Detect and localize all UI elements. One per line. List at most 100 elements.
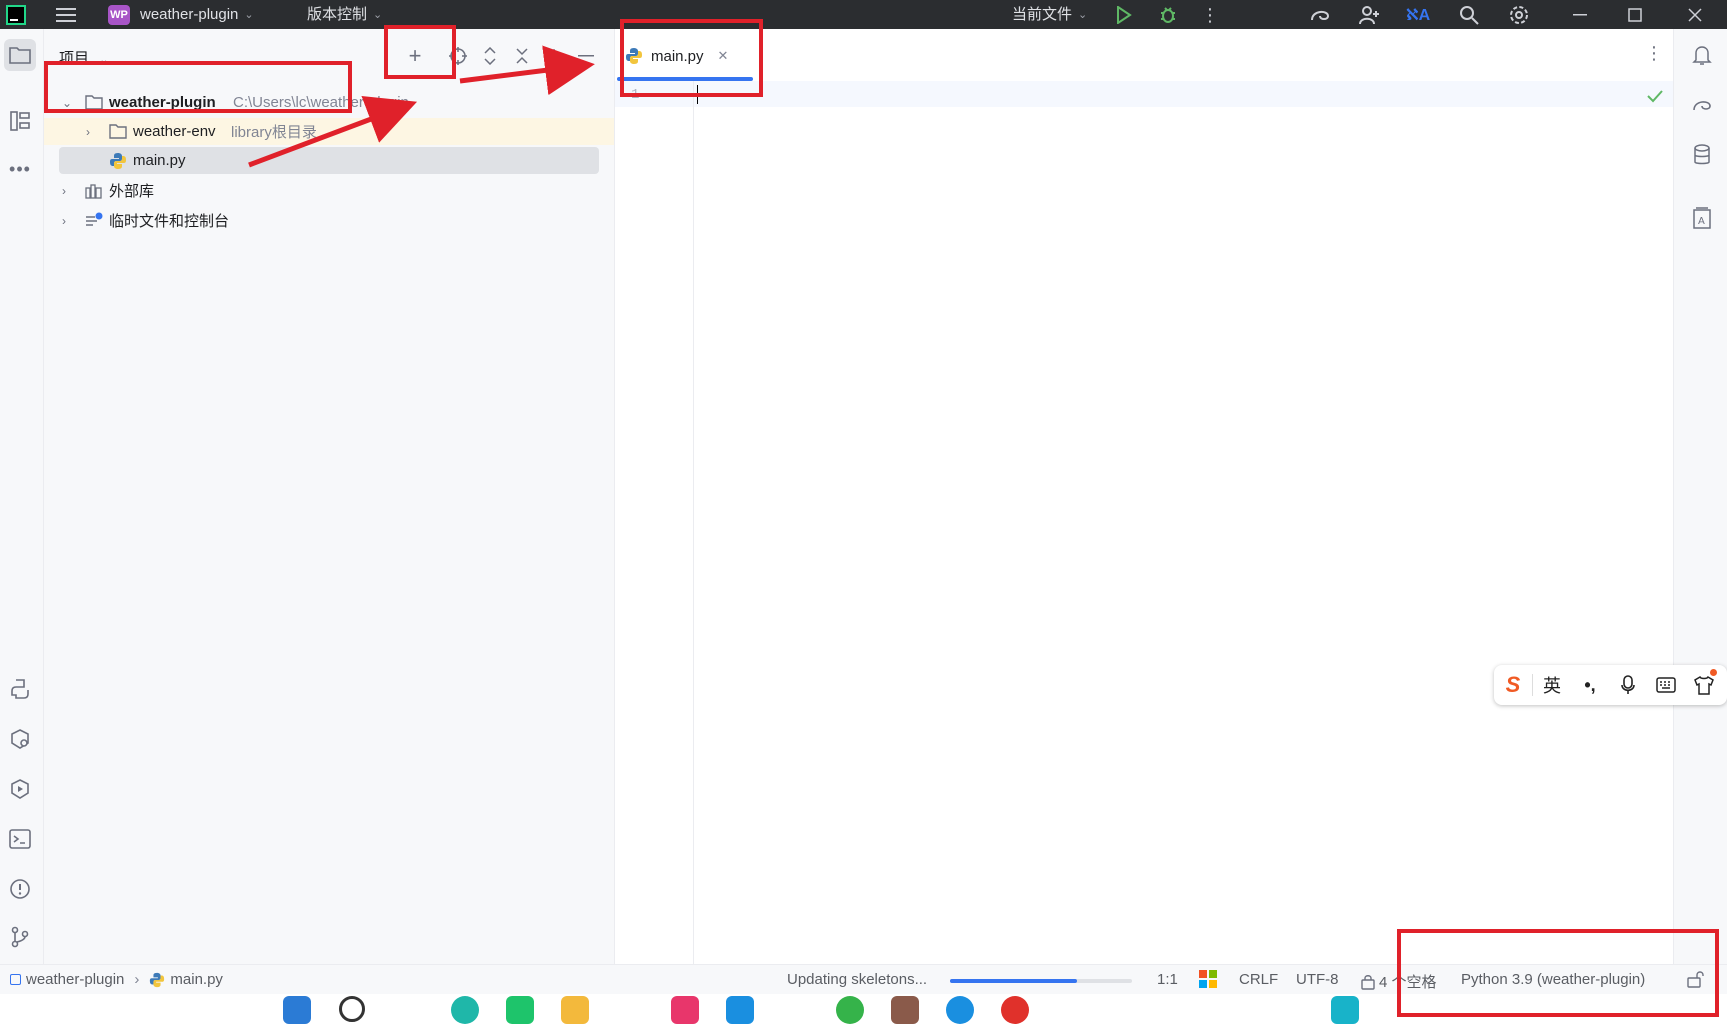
tree-item-weather-env[interactable]: › weather-env library根目录	[44, 118, 614, 145]
code-text-area[interactable]	[693, 107, 1673, 964]
panel-options-icon[interactable]: ⋮	[541, 43, 567, 69]
sogou-logo-icon[interactable]: S	[1494, 665, 1532, 705]
tab-label: main.py	[651, 47, 704, 65]
taskbar-folder-icon[interactable]	[561, 996, 589, 1024]
file-encoding[interactable]: UTF-8	[1296, 971, 1339, 988]
taskbar-search-icon[interactable]	[339, 996, 365, 1022]
library-icon	[85, 182, 103, 200]
more-tools-icon[interactable]: •••	[4, 153, 36, 185]
database-icon[interactable]	[1688, 141, 1716, 169]
main-menu-icon[interactable]	[54, 3, 78, 27]
microphone-icon[interactable]	[1609, 665, 1647, 705]
start-menu-icon[interactable]	[283, 996, 311, 1024]
editor-gutter	[615, 81, 694, 964]
background-task-label[interactable]: Updating skeletons...	[787, 971, 927, 988]
keyboard-icon[interactable]	[1647, 665, 1685, 705]
python-interpreter[interactable]: Python 3.9 (weather-plugin)	[1461, 971, 1645, 988]
taskbar-app-icon[interactable]	[726, 996, 754, 1024]
caret-position[interactable]: 1:1	[1157, 971, 1178, 988]
pycharm-logo-icon[interactable]	[4, 3, 28, 27]
tab-options-icon[interactable]: ⋮	[1645, 43, 1663, 64]
run-config-selector[interactable]: 当前文件 ⌄	[1012, 0, 1087, 29]
line-separator[interactable]: CRLF	[1239, 971, 1278, 988]
add-user-icon[interactable]	[1358, 3, 1382, 27]
editor-tab-bar: main.py ✕ ⋮	[615, 29, 1673, 82]
settings-gear-icon[interactable]	[1507, 3, 1531, 27]
taskbar-app-icon[interactable]	[836, 996, 864, 1024]
ai-assistant-icon[interactable]	[1308, 3, 1332, 27]
readonly-unlock-icon[interactable]	[1687, 970, 1705, 988]
new-file-plus-icon[interactable]: +	[402, 43, 428, 69]
problems-icon[interactable]	[4, 873, 36, 905]
indent-label: 4 个空格	[1379, 974, 1437, 991]
project-name: weather-plugin	[140, 5, 239, 23]
locate-file-icon[interactable]	[445, 43, 471, 69]
breadcrumb-project[interactable]: weather-plugin	[26, 971, 124, 988]
services-icon[interactable]	[4, 773, 36, 805]
taskbar-app-icon[interactable]	[946, 996, 974, 1024]
terminal-icon[interactable]	[4, 823, 36, 855]
windows-logo-icon[interactable]	[1199, 970, 1217, 988]
project-badge: WP	[108, 4, 130, 25]
taskbar-app-icon[interactable]	[1001, 996, 1029, 1024]
taskbar-app-icon[interactable]	[451, 996, 479, 1024]
expand-all-icon[interactable]	[477, 43, 503, 69]
svg-text:A: A	[1698, 216, 1705, 227]
tree-item-main-py[interactable]: main.py	[59, 147, 599, 174]
git-branch-icon[interactable]	[4, 921, 36, 953]
breadcrumb: weather-plugin › main.py	[10, 971, 223, 988]
project-view-selector[interactable]: 项目 ⌄	[59, 47, 108, 68]
breadcrumb-separator-icon: ›	[134, 971, 140, 988]
chevron-down-icon: ⌄	[244, 8, 254, 21]
folder-icon	[85, 94, 103, 112]
python-packages-icon[interactable]	[4, 723, 36, 755]
chevron-down-icon: ⌄	[99, 54, 109, 66]
run-icon[interactable]	[1112, 3, 1136, 27]
chevron-down-icon: ⌄	[373, 8, 383, 21]
python-file-icon	[625, 47, 645, 65]
project-folder-icon[interactable]	[4, 39, 36, 71]
env-folder-note: library根目录	[231, 124, 317, 141]
project-switcher[interactable]: WP weather-plugin ⌄	[108, 0, 254, 29]
debug-icon[interactable]	[1156, 3, 1180, 27]
chevron-right-icon[interactable]: ›	[86, 125, 100, 139]
more-actions-icon[interactable]: ⋮	[1198, 3, 1222, 27]
ime-punctuation-toggle[interactable]: •,	[1571, 665, 1609, 705]
python-console-icon[interactable]	[4, 673, 36, 705]
skin-shirt-icon[interactable]	[1685, 665, 1723, 705]
close-tab-icon[interactable]: ✕	[718, 48, 729, 64]
hide-panel-icon[interactable]	[573, 43, 599, 69]
indent-settings[interactable]: 4 个空格	[1361, 971, 1437, 992]
taskbar-app-icon[interactable]	[891, 996, 919, 1024]
ime-language-toggle[interactable]: 英	[1533, 665, 1571, 705]
external-libs-label: 外部库	[109, 183, 155, 200]
breadcrumb-file[interactable]: main.py	[170, 971, 223, 988]
minimize-window-icon[interactable]	[1568, 3, 1592, 27]
maximize-window-icon[interactable]	[1623, 3, 1647, 27]
tab-main-py[interactable]: main.py ✕	[625, 39, 728, 73]
chevron-right-icon[interactable]: ›	[62, 214, 76, 228]
notifications-bell-icon[interactable]	[1688, 41, 1716, 69]
structure-icon[interactable]	[4, 105, 36, 137]
taskbar-app-icon[interactable]	[506, 996, 534, 1024]
vcs-menu[interactable]: 版本控制 ⌄	[307, 0, 382, 29]
translate-icon[interactable]: ℵA	[1406, 3, 1430, 27]
collapse-all-icon[interactable]	[509, 43, 535, 69]
tree-root-weather-plugin[interactable]: ⌄ weather-plugin C:\Users\lc\weather-plu…	[44, 89, 614, 116]
run-config-label: 当前文件	[1012, 5, 1073, 23]
chevron-down-icon[interactable]: ⌄	[62, 96, 76, 110]
tree-item-external-libraries[interactable]: › 外部库	[44, 177, 614, 204]
indent-lock-icon	[1361, 974, 1375, 990]
tree-item-scratches[interactable]: › 临时文件和控制台	[44, 207, 614, 234]
dictionary-icon[interactable]: A	[1688, 204, 1716, 232]
close-window-icon[interactable]	[1683, 3, 1707, 27]
no-problems-check-icon[interactable]	[1647, 89, 1663, 106]
project-tool-window: 项目 ⌄ + ⋮ ⌄ weather-plugin C:\Users\lc\we…	[44, 29, 615, 964]
taskbar-app-icon[interactable]	[671, 996, 699, 1024]
chevron-right-icon[interactable]: ›	[62, 184, 76, 198]
ai-chat-icon[interactable]	[1688, 91, 1716, 119]
taskbar-app-icon[interactable]	[1331, 996, 1359, 1024]
os-taskbar	[0, 994, 1727, 1024]
scratches-icon	[85, 212, 103, 230]
search-icon[interactable]	[1457, 3, 1481, 27]
